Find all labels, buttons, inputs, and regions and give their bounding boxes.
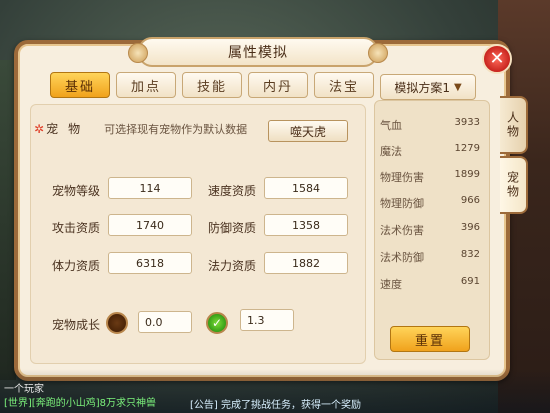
scheme-label: 模拟方案1 — [394, 80, 450, 95]
growth-option-b-radio[interactable]: ✓ — [206, 312, 228, 334]
defense-aptitude-label: 防御资质 — [208, 221, 257, 235]
growth-option-a-radio[interactable] — [106, 312, 128, 334]
side-tab-character[interactable]: 人物 — [500, 96, 528, 154]
stat-value: 1279 — [454, 143, 480, 154]
checkmark-icon: ✓ — [211, 316, 223, 330]
stat-value: 1899 — [454, 169, 480, 180]
stat-row: 物理伤害 1899 — [380, 169, 480, 185]
tab-inner-pill[interactable]: 内丹 — [248, 72, 308, 98]
tab-treasure[interactable]: 法宝 — [314, 72, 374, 98]
stat-label: 魔法 — [380, 145, 402, 158]
pet-level-label: 宠物等级 — [52, 184, 101, 198]
pet-growth-label: 宠物成长 — [52, 318, 101, 332]
stat-row: 气血 3933 — [380, 117, 480, 133]
pet-level-input[interactable]: 114 — [108, 177, 192, 199]
stamina-aptitude-label: 体力资质 — [52, 259, 101, 273]
stat-value: 396 — [460, 222, 480, 233]
mana-aptitude-input[interactable]: 1882 — [264, 252, 348, 274]
stat-label: 物理伤害 — [380, 171, 424, 184]
attack-aptitude-label: 攻击资质 — [52, 221, 101, 235]
stat-label: 法术伤害 — [380, 224, 424, 237]
stat-label: 气血 — [380, 119, 402, 132]
growth-value-a-input[interactable]: 0.0 — [138, 311, 192, 333]
pet-label: 宠物 — [46, 122, 91, 136]
tab-skills[interactable]: 技能 — [182, 72, 242, 98]
scheme-dropdown[interactable]: 模拟方案1 ▼ — [380, 74, 476, 100]
stat-row: 法术伤害 396 — [380, 222, 480, 238]
chevron-down-icon: ▼ — [453, 81, 462, 93]
side-tab-pet[interactable]: 宠物 — [500, 156, 528, 214]
stat-row: 魔法 1279 — [380, 143, 480, 159]
window-title: 属性模拟 — [128, 37, 388, 67]
stat-label: 速度 — [380, 278, 402, 291]
pet-row: ✲ 宠物 可选择现有宠物作为默认数据 — [34, 120, 247, 137]
close-icon: ✕ — [489, 48, 505, 69]
required-star-icon: ✲ — [34, 121, 45, 136]
stat-value: 832 — [460, 249, 480, 260]
tab-bar: 基础 加点 技能 内丹 法宝 — [50, 72, 374, 98]
attack-aptitude-input[interactable]: 1740 — [108, 214, 192, 236]
stat-label: 法术防御 — [380, 251, 424, 264]
pet-hint: 可选择现有宠物作为默认数据 — [104, 122, 248, 136]
pet-select-button[interactable]: 噬天虎 — [268, 120, 348, 142]
speed-aptitude-input[interactable]: 1584 — [264, 177, 348, 199]
stamina-aptitude-input[interactable]: 6318 — [108, 252, 192, 274]
stat-value: 691 — [460, 276, 480, 287]
defense-aptitude-input[interactable]: 1358 — [264, 214, 348, 236]
chat-line: [世界][奔跑的小山鸡]8万求只神兽 — [4, 398, 156, 409]
chat-line: [公告] 完成了挑战任务，获得一个奖励 — [190, 400, 361, 411]
stat-value: 966 — [460, 195, 480, 206]
reset-button[interactable]: 重置 — [390, 326, 470, 352]
stat-row: 法术防御 832 — [380, 249, 480, 265]
speed-aptitude-label: 速度资质 — [208, 184, 257, 198]
growth-value-b-input[interactable]: 1.3 — [240, 309, 294, 331]
tab-basic[interactable]: 基础 — [50, 72, 110, 98]
mana-aptitude-label: 法力资质 — [208, 259, 257, 273]
tab-add-points[interactable]: 加点 — [116, 72, 176, 98]
stat-row: 速度 691 — [380, 276, 480, 292]
close-button[interactable]: ✕ — [482, 44, 512, 74]
chat-line: 一个玩家 — [4, 384, 44, 395]
stat-value: 3933 — [454, 117, 480, 128]
stat-label: 物理防御 — [380, 197, 424, 210]
stat-row: 物理防御 966 — [380, 195, 480, 211]
